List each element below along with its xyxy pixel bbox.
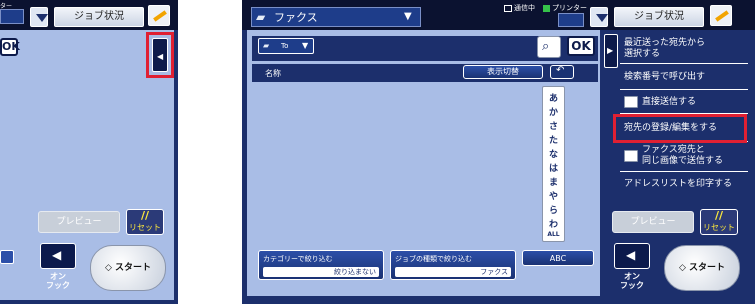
undo-button[interactable]: ↶	[550, 65, 574, 79]
search-button[interactable]: ⌕	[537, 36, 561, 58]
speaker-button[interactable]: ◀	[614, 243, 650, 269]
edit-pen-button[interactable]	[710, 5, 732, 26]
action-same-image-send[interactable]: ファクス宛先と 同じ画像で送信する	[620, 142, 748, 172]
mode-label: ファクス	[274, 11, 318, 24]
undo-icon: ↶	[556, 65, 565, 76]
register-edit-highlight	[613, 114, 747, 143]
kana-index-strip: あ か さ た な は ま や ら わ ALL	[542, 86, 565, 242]
status-dropdown-button[interactable]	[590, 7, 608, 27]
chevron-down-icon: ▼	[404, 11, 412, 22]
kana-ya[interactable]: や	[543, 189, 564, 202]
kana-na[interactable]: な	[543, 147, 564, 160]
kana-a[interactable]: あ	[543, 91, 564, 104]
action-search-number[interactable]: 検索番号で呼び出す	[620, 64, 748, 90]
reset-label: リセット	[703, 223, 735, 232]
speaker-icon: ◀	[626, 248, 636, 262]
job-type-filter-button[interactable]: ジョブの種類で絞り込む ファクス	[390, 250, 516, 280]
comm-status-icon	[504, 5, 512, 12]
start-button[interactable]: ◇ スタート	[664, 245, 740, 291]
printer-icon	[558, 13, 584, 27]
kana-ka[interactable]: か	[543, 105, 564, 118]
left-onhook-label: オン フック	[46, 272, 70, 290]
left-start-label: スタート	[115, 263, 152, 273]
kana-all[interactable]: ALL	[543, 231, 564, 238]
category-filter-title: カテゴリーで絞り込む	[263, 255, 333, 263]
kana-ra[interactable]: ら	[543, 203, 564, 216]
same-image-checkbox[interactable]	[624, 150, 638, 162]
action-print-address-list[interactable]: アドレスリストを印字する	[620, 172, 748, 196]
speaker-icon: ◀	[52, 248, 62, 262]
left-preview-button[interactable]: プレビュー	[38, 211, 120, 233]
left-job-status-button[interactable]: ジョブ状況	[54, 7, 144, 27]
ok-button[interactable]: OK	[567, 36, 595, 56]
name-header-row	[252, 64, 598, 82]
mode-select[interactable]: ▰ ファクス ▼	[251, 7, 421, 27]
category-filter-button[interactable]: カテゴリーで絞り込む 絞り込まない	[258, 250, 384, 280]
left-reset-label: リセット	[129, 223, 161, 232]
category-filter-value: 絞り込まない	[263, 267, 379, 277]
comm-status-label: 通信中	[514, 4, 535, 12]
left-start-button[interactable]: ◇ スタート	[90, 245, 166, 291]
name-column-header: 名称	[265, 69, 281, 78]
left-edit-pen-button[interactable]	[148, 5, 170, 26]
left-abc-button-edge[interactable]	[0, 250, 14, 264]
preview-button[interactable]: プレビュー	[612, 211, 694, 233]
action-recent-destination[interactable]: 最近送った宛先から 選択する	[620, 36, 748, 64]
kana-sa[interactable]: さ	[543, 119, 564, 132]
display-toggle-button[interactable]: 表示切替	[463, 65, 543, 79]
job-type-filter-value: ファクス	[395, 267, 511, 277]
to-select-button[interactable]: ▰ To ▼	[258, 38, 314, 54]
left-expand-tab[interactable]: ◀	[152, 38, 168, 72]
expand-arrow-icon: ◀	[157, 52, 164, 61]
left-reset-button[interactable]: // リセット	[126, 209, 164, 235]
to-book-icon: ▰	[263, 41, 270, 50]
kana-ta[interactable]: た	[543, 133, 564, 146]
job-type-filter-title: ジョブの種類で絞り込む	[395, 255, 472, 263]
abc-sort-button[interactable]: ABC	[522, 250, 594, 266]
fax-mode-icon: ▰	[256, 10, 266, 24]
kana-wa[interactable]: わ	[543, 217, 564, 230]
left-ok-button[interactable]: OK	[0, 38, 20, 56]
direct-send-checkbox[interactable]	[624, 96, 638, 108]
collapse-arrow-icon: ▶	[607, 46, 614, 55]
to-label: To	[281, 42, 289, 50]
printer-status-label: プリンター	[552, 4, 587, 12]
start-diamond-icon: ◇	[678, 263, 686, 273]
start-diamond-icon: ◇	[104, 263, 112, 273]
left-dropdown-button[interactable]	[30, 7, 48, 27]
onhook-label: オン フック	[620, 272, 644, 290]
printer-status-dot	[543, 5, 550, 12]
action-panel-tab[interactable]: ▶	[604, 34, 618, 68]
reset-slash-icon: //	[714, 209, 724, 222]
left-printer-icon	[0, 9, 24, 24]
to-chevron-down-icon: ▼	[302, 41, 309, 50]
action-direct-send[interactable]: 直接送信する	[620, 90, 748, 114]
job-status-button[interactable]: ジョブ状況	[614, 7, 704, 27]
reset-slash-icon: //	[140, 209, 150, 222]
kana-ma[interactable]: ま	[543, 175, 564, 188]
kana-ha[interactable]: は	[543, 161, 564, 174]
left-speaker-button[interactable]: ◀	[40, 243, 76, 269]
reset-button[interactable]: // リセット	[700, 209, 738, 235]
start-label: スタート	[689, 263, 726, 273]
search-icon: ⌕	[542, 39, 550, 54]
